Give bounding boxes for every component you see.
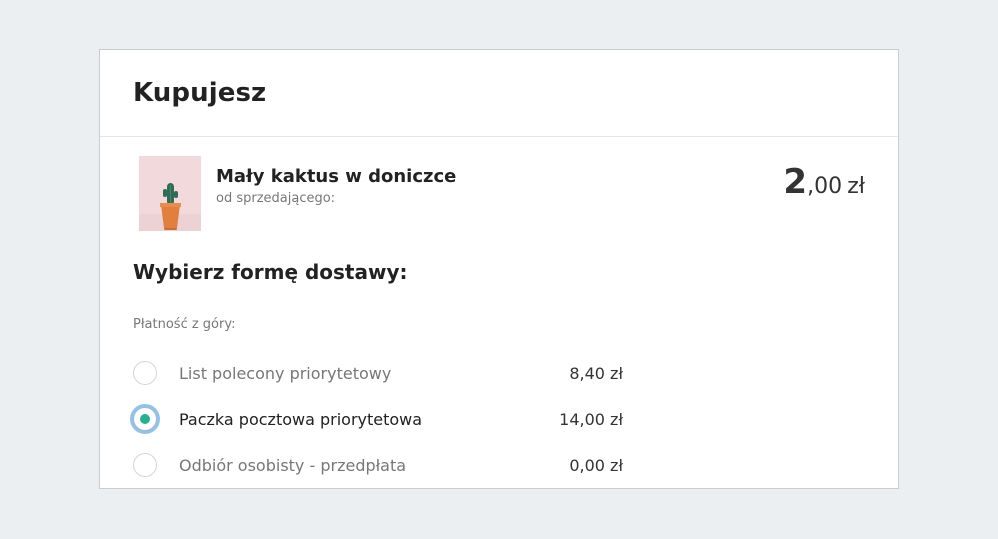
seller-label: od sprzedającego:: [216, 191, 336, 206]
delivery-radio-personal-pickup[interactable]: [133, 453, 157, 477]
product-name[interactable]: Mały kaktus w doniczce: [216, 166, 456, 187]
delivery-section-title: Wybierz formę dostawy:: [133, 260, 408, 284]
price-currency: zł: [847, 174, 865, 199]
checkout-card: Kupujesz Mały kaktus w doniczce od sprze…: [99, 49, 899, 489]
delivery-option-label[interactable]: List polecony priorytetowy: [179, 364, 391, 383]
price-decimal: ,00: [807, 174, 843, 199]
card-header: Kupujesz: [100, 50, 898, 137]
delivery-radio-registered-letter[interactable]: [133, 361, 157, 385]
price-integer: 2: [783, 162, 808, 202]
product-price: 2,00 zł: [783, 162, 865, 202]
delivery-option-label[interactable]: Paczka pocztowa priorytetowa: [179, 410, 422, 429]
delivery-radio-priority-parcel[interactable]: [133, 407, 157, 431]
product-summary: Mały kaktus w doniczce od sprzedającego:…: [139, 156, 865, 232]
page-title: Kupujesz: [133, 78, 267, 108]
delivery-option-priority-parcel[interactable]: Paczka pocztowa priorytetowa 14,00 zł: [133, 396, 623, 442]
delivery-option-personal-pickup[interactable]: Odbiór osobisty - przedpłata 0,00 zł: [133, 442, 623, 488]
prepayment-group-label: Płatność z góry:: [133, 317, 236, 332]
delivery-option-price: 0,00 zł: [569, 455, 623, 475]
cactus-icon: [139, 156, 201, 231]
delivery-option-label[interactable]: Odbiór osobisty - przedpłata: [179, 456, 406, 475]
product-thumbnail[interactable]: [139, 156, 201, 231]
delivery-option-registered-letter[interactable]: List polecony priorytetowy 8,40 zł: [133, 350, 623, 396]
delivery-options: List polecony priorytetowy 8,40 zł Paczk…: [133, 350, 623, 488]
delivery-option-price: 14,00 zł: [559, 409, 623, 429]
delivery-option-price: 8,40 zł: [569, 363, 623, 383]
